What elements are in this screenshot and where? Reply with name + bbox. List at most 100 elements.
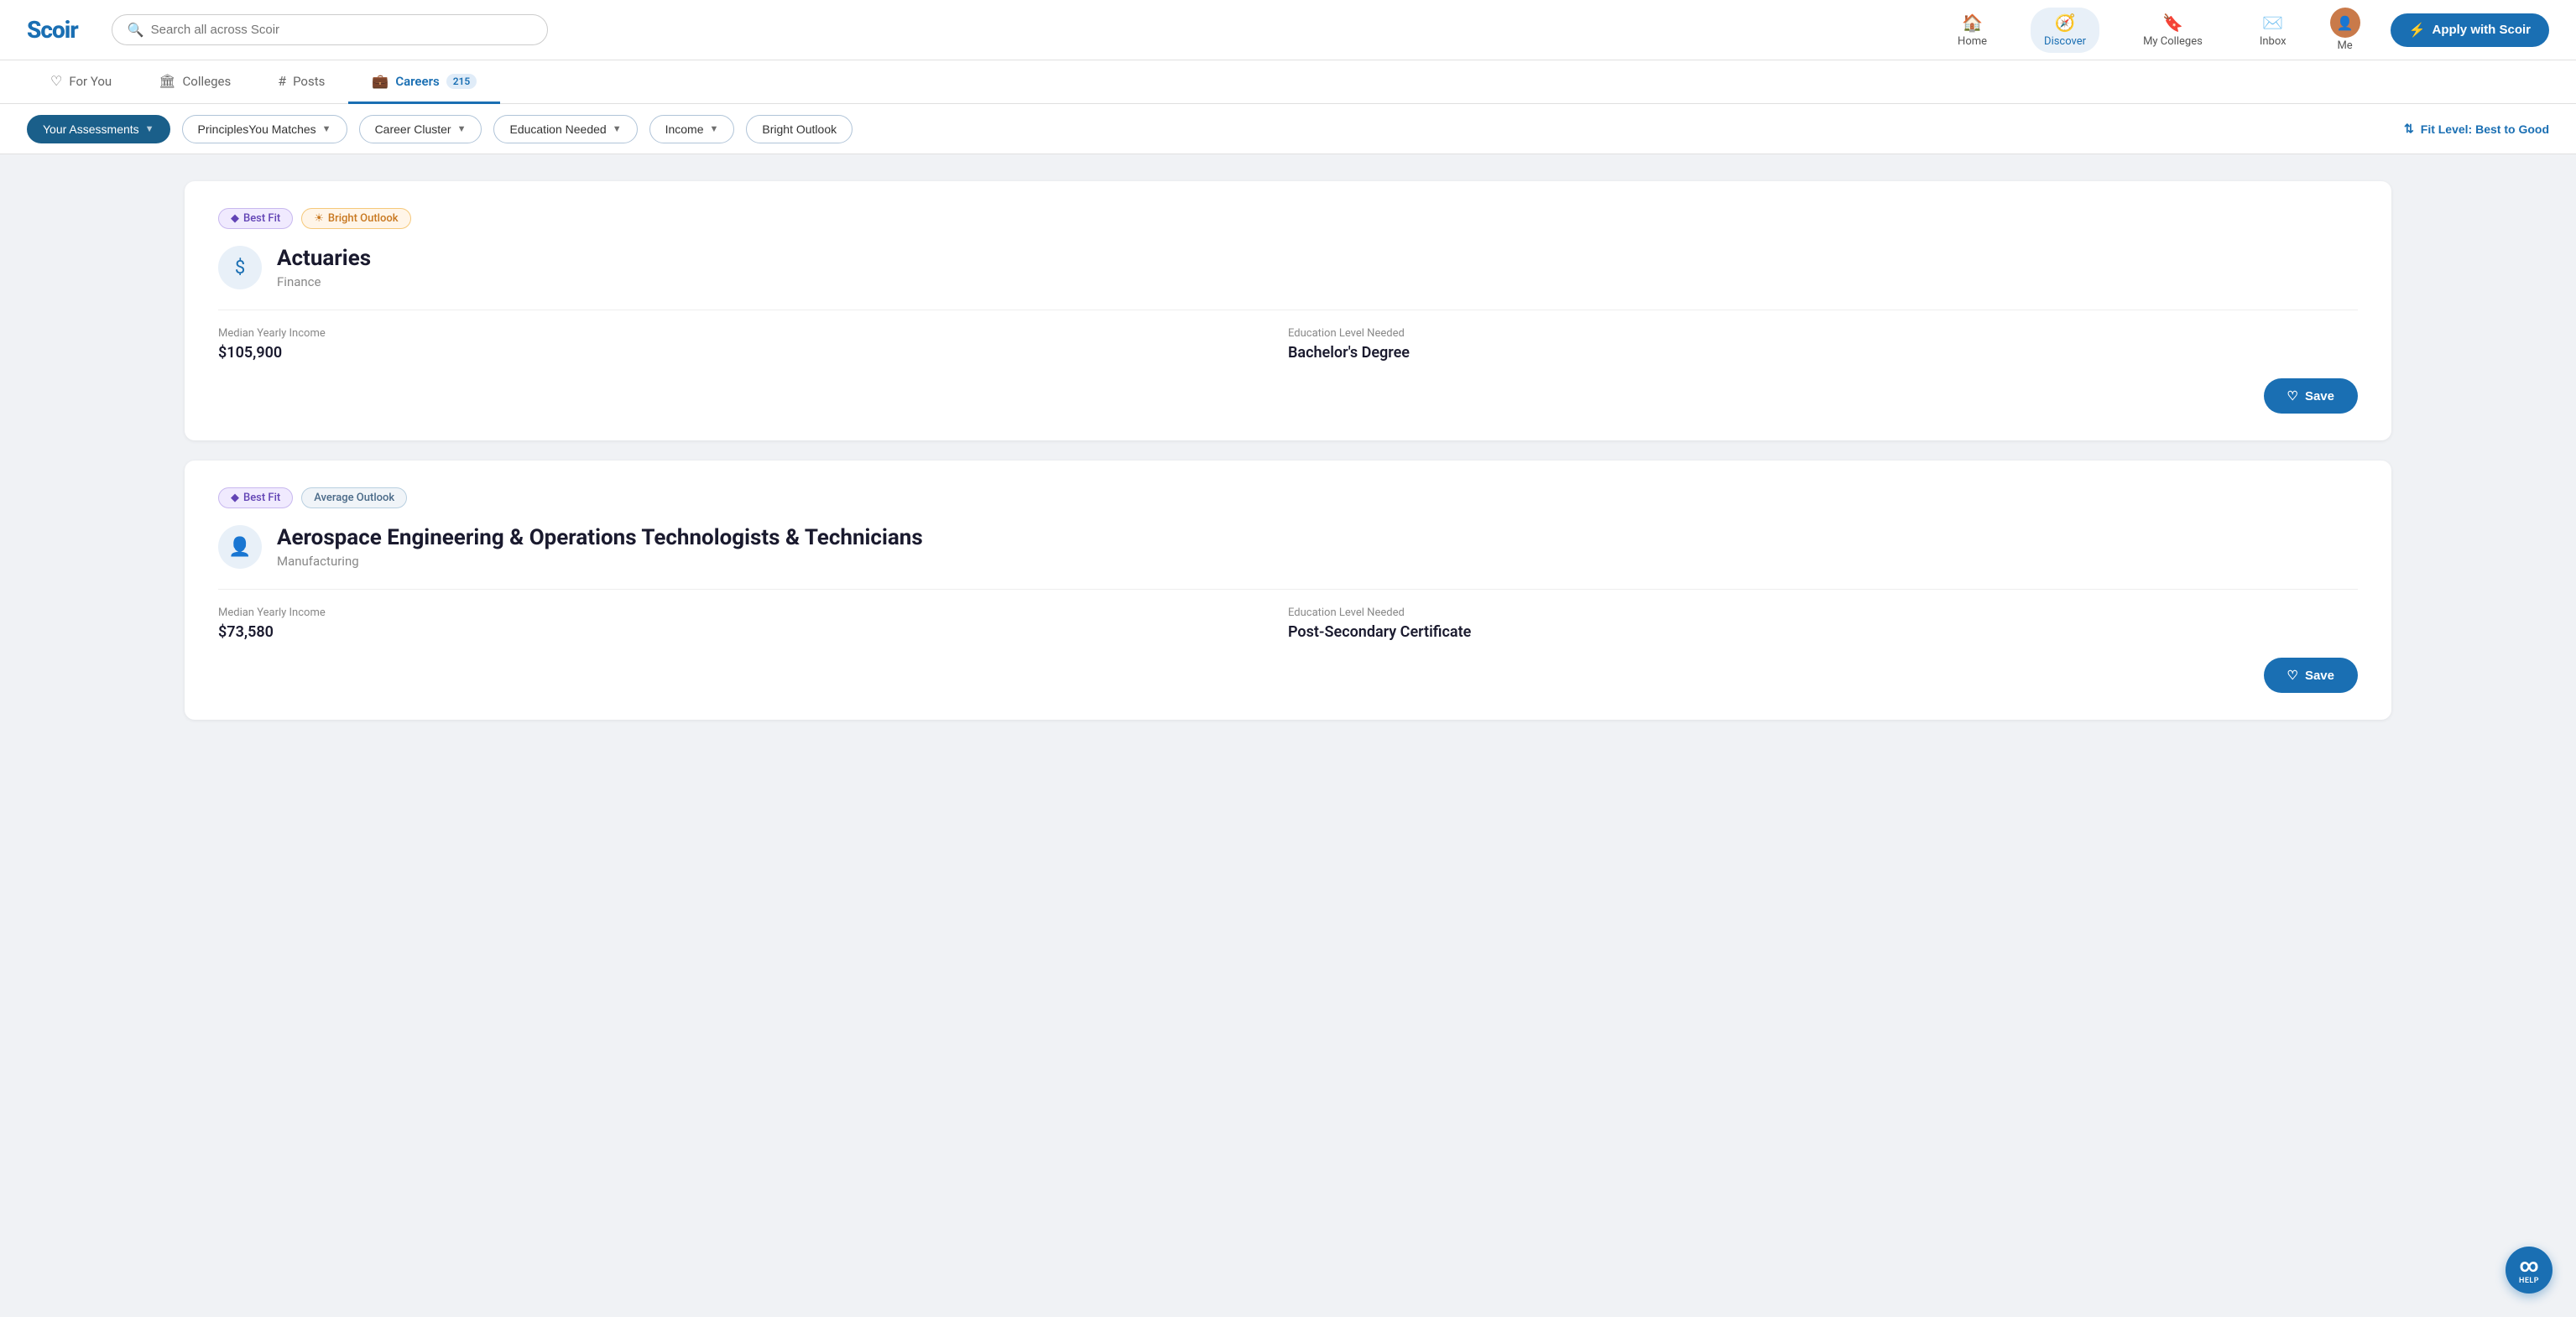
logo[interactable]: Scoir bbox=[27, 16, 78, 44]
filter-bright-outlook[interactable]: Bright Outlook bbox=[746, 115, 853, 143]
career-title-block-actuaries: Actuaries Finance bbox=[277, 246, 371, 289]
diamond-icon: ◆ bbox=[231, 212, 239, 225]
nav-item-my-colleges[interactable]: 🔖 My Colleges bbox=[2130, 8, 2216, 53]
chevron-down-icon: ▼ bbox=[457, 124, 467, 134]
compass-icon: 🧭 bbox=[2055, 13, 2076, 33]
income-stat-label-actuaries: Median Yearly Income bbox=[218, 327, 1288, 340]
nav-item-home[interactable]: 🏠 Home bbox=[1944, 8, 2000, 53]
save-button-aerospace[interactable]: ♡ Save bbox=[2264, 658, 2359, 693]
filter-income-label: Income bbox=[665, 122, 704, 136]
filter-assessments-label: Your Assessments bbox=[43, 122, 139, 136]
home-icon: 🏠 bbox=[1962, 13, 1983, 33]
heart-save-icon-aerospace: ♡ bbox=[2287, 668, 2298, 683]
nav-label-home: Home bbox=[1958, 35, 1987, 48]
apply-with-scoir-button[interactable]: ⚡ Apply with Scoir bbox=[2391, 13, 2549, 47]
card-footer-aerospace: ♡ Save bbox=[218, 658, 2358, 693]
filter-income[interactable]: Income ▼ bbox=[649, 115, 735, 143]
search-icon: 🔍 bbox=[128, 22, 144, 38]
tab-label-posts: Posts bbox=[293, 74, 325, 89]
career-icon-actuaries: $ bbox=[218, 246, 262, 289]
education-stat-value-aerospace: Post-Secondary Certificate bbox=[1288, 623, 2358, 641]
filter-your-assessments[interactable]: Your Assessments ▼ bbox=[27, 115, 170, 143]
nav-item-discover[interactable]: 🧭 Discover bbox=[2031, 8, 2099, 53]
education-stat-actuaries: Education Level Needed Bachelor's Degree bbox=[1288, 327, 2358, 362]
hashtag-icon: # bbox=[278, 73, 286, 89]
education-stat-aerospace: Education Level Needed Post-Secondary Ce… bbox=[1288, 606, 2358, 641]
best-fit-label: Best Fit bbox=[243, 212, 280, 225]
income-stat-actuaries: Median Yearly Income $105,900 bbox=[218, 327, 1288, 362]
nav-label-discover: Discover bbox=[2044, 35, 2086, 48]
card-badges-actuaries: ◆ Best Fit ☀ Bright Outlook bbox=[218, 208, 2358, 229]
apply-btn-label: Apply with Scoir bbox=[2432, 23, 2531, 37]
tab-colleges[interactable]: 🏛 Colleges bbox=[135, 60, 254, 104]
tab-for-you[interactable]: ♡ For You bbox=[27, 60, 135, 104]
save-button-actuaries[interactable]: ♡ Save bbox=[2264, 378, 2359, 414]
career-title-block-aerospace: Aerospace Engineering & Operations Techn… bbox=[277, 525, 923, 569]
infinity-icon: ∞ bbox=[2519, 1256, 2538, 1277]
filter-career-cluster-label: Career Cluster bbox=[375, 122, 451, 136]
nav-label-inbox: Inbox bbox=[2260, 35, 2287, 48]
chevron-down-icon: ▼ bbox=[710, 124, 719, 134]
sort-icon: ⇅ bbox=[2404, 122, 2414, 136]
filter-education-label: Education Needed bbox=[509, 122, 606, 136]
average-outlook-label-aerospace: Average Outlook bbox=[314, 492, 394, 504]
bright-outlook-badge: ☀ Bright Outlook bbox=[301, 208, 410, 229]
bolt-icon: ⚡ bbox=[2409, 22, 2426, 39]
header: Scoir 🔍 🏠 Home 🧭 Discover 🔖 My Colleges … bbox=[0, 0, 2576, 60]
careers-count-badge: 215 bbox=[446, 74, 477, 89]
best-fit-badge-aerospace: ◆ Best Fit bbox=[218, 487, 293, 508]
search-input[interactable] bbox=[151, 23, 532, 37]
career-title-aerospace[interactable]: Aerospace Engineering & Operations Techn… bbox=[277, 525, 923, 551]
tab-careers[interactable]: 💼 Careers 215 bbox=[348, 60, 500, 104]
income-stat-label-aerospace: Median Yearly Income bbox=[218, 606, 1288, 619]
education-stat-value-actuaries: Bachelor's Degree bbox=[1288, 344, 2358, 362]
filter-education-needed[interactable]: Education Needed ▼ bbox=[493, 115, 637, 143]
me-menu[interactable]: 👤 Me bbox=[2330, 8, 2360, 52]
card-divider-aerospace bbox=[218, 589, 2358, 590]
avatar: 👤 bbox=[2330, 8, 2360, 38]
diamond-icon: ◆ bbox=[231, 492, 239, 504]
save-label-aerospace: Save bbox=[2305, 669, 2334, 683]
tab-label-careers: Careers bbox=[395, 74, 439, 89]
average-outlook-badge-aerospace: Average Outlook bbox=[301, 487, 407, 508]
help-label: HELP bbox=[2519, 1277, 2539, 1285]
income-stat-aerospace: Median Yearly Income $73,580 bbox=[218, 606, 1288, 641]
nav-item-inbox[interactable]: ✉️ Inbox bbox=[2246, 8, 2300, 53]
help-button[interactable]: ∞ HELP bbox=[2506, 1247, 2553, 1294]
card-footer-actuaries: ♡ Save bbox=[218, 378, 2358, 414]
sun-icon: ☀ bbox=[314, 212, 324, 225]
avatar-initials: 👤 bbox=[2337, 15, 2354, 31]
college-icon: 🏛 bbox=[159, 73, 175, 89]
card-stats-actuaries: Median Yearly Income $105,900 Education … bbox=[218, 327, 2358, 362]
career-header-actuaries: $ Actuaries Finance bbox=[218, 246, 2358, 289]
tab-label-for-you: For You bbox=[69, 74, 112, 89]
nav-label-my-colleges: My Colleges bbox=[2143, 35, 2203, 48]
filters-bar: Your Assessments ▼ PrinciplesYou Matches… bbox=[0, 104, 2576, 154]
card-badges-aerospace: ◆ Best Fit Average Outlook bbox=[218, 487, 2358, 508]
help-inner: ∞ HELP bbox=[2519, 1256, 2539, 1285]
chevron-down-icon: ▼ bbox=[322, 124, 331, 134]
career-icon-aerospace: 👤 bbox=[218, 525, 262, 569]
chevron-down-icon: ▼ bbox=[145, 124, 154, 134]
bookmark-icon: 🔖 bbox=[2162, 13, 2183, 33]
filter-career-cluster[interactable]: Career Cluster ▼ bbox=[359, 115, 482, 143]
tabs-bar: ♡ For You 🏛 Colleges # Posts 💼 Careers 2… bbox=[0, 60, 2576, 104]
search-bar[interactable]: 🔍 bbox=[112, 14, 548, 45]
header-nav: 🏠 Home 🧭 Discover 🔖 My Colleges ✉️ Inbox… bbox=[1944, 8, 2549, 53]
save-label-actuaries: Save bbox=[2305, 389, 2334, 403]
me-label: Me bbox=[2337, 39, 2352, 52]
fit-level-sort-button[interactable]: ⇅ Fit Level: Best to Good bbox=[2404, 122, 2549, 136]
dollar-icon: $ bbox=[235, 258, 245, 278]
career-card-actuaries: ◆ Best Fit ☀ Bright Outlook $ Actuaries … bbox=[185, 181, 2391, 440]
briefcase-icon: 💼 bbox=[372, 73, 388, 89]
heart-icon: ♡ bbox=[50, 73, 62, 89]
income-stat-value-aerospace: $73,580 bbox=[218, 623, 1288, 641]
chevron-down-icon: ▼ bbox=[613, 124, 622, 134]
income-stat-value-actuaries: $105,900 bbox=[218, 344, 1288, 362]
filter-bright-outlook-label: Bright Outlook bbox=[762, 122, 837, 136]
career-title-actuaries[interactable]: Actuaries bbox=[277, 246, 371, 272]
best-fit-badge: ◆ Best Fit bbox=[218, 208, 293, 229]
filter-principles-you[interactable]: PrinciplesYou Matches ▼ bbox=[182, 115, 347, 143]
person-icon: 👤 bbox=[228, 537, 251, 558]
tab-posts[interactable]: # Posts bbox=[254, 60, 348, 104]
